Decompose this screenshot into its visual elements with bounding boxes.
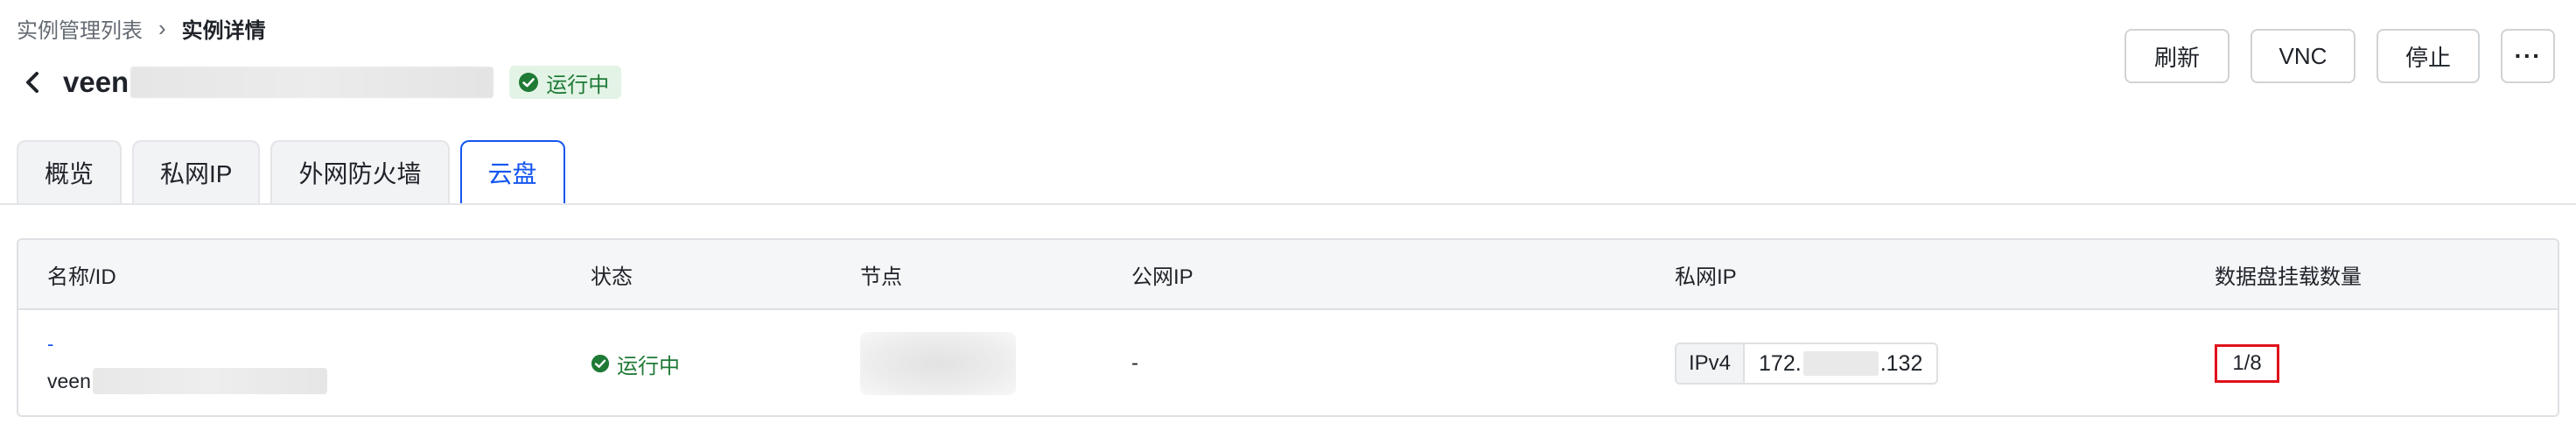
instance-name-text: veen — [47, 369, 91, 392]
refresh-button[interactable]: 刷新 — [2124, 29, 2230, 83]
name-cell: - veen — [47, 310, 327, 415]
redacted-instance-name — [130, 67, 494, 98]
redacted-ip-segment — [1802, 351, 1879, 376]
disk-count-value: 1/8 — [2215, 344, 2279, 383]
tabs-divider — [0, 203, 2576, 205]
private-ip-cell: IPv4 172. .132 — [1675, 310, 1939, 415]
check-circle-icon — [519, 73, 539, 92]
column-header-name: 名称/ID — [47, 265, 116, 289]
more-actions-button[interactable]: ··· — [2501, 29, 2555, 83]
detail-tabs: 概览 私网IP 外网防火墙 云盘 — [17, 140, 565, 205]
table-header: 名称/ID 状态 节点 公网IP 私网IP 数据盘挂载数量 — [18, 240, 2558, 310]
page-header: veen 运行中 — [19, 58, 622, 107]
chevron-right-icon: › — [158, 14, 166, 41]
stop-button[interactable]: 停止 — [2376, 29, 2480, 83]
private-ip-value: 172. .132 — [1745, 344, 1936, 383]
private-ip-end: .132 — [1880, 350, 1923, 376]
row-status: 运行中 — [591, 349, 680, 379]
tab-overview[interactable]: 概览 — [17, 140, 122, 203]
tab-cloud-disk[interactable]: 云盘 — [459, 140, 565, 205]
column-header-public-ip: 公网IP — [1131, 265, 1194, 289]
instance-id-link[interactable]: - — [47, 333, 53, 356]
column-header-node: 节点 — [860, 265, 902, 289]
row-status-label: 运行中 — [617, 354, 680, 378]
tab-private-ip[interactable]: 私网IP — [132, 140, 261, 203]
check-circle-icon — [591, 354, 610, 373]
table-row: - veen 运行中 - IPv4 172. .132 1/8 — [18, 310, 2558, 415]
action-toolbar: 刷新 VNC 停止 ··· — [2124, 29, 2555, 83]
tab-firewall[interactable]: 外网防火墙 — [270, 140, 450, 203]
vnc-button[interactable]: VNC — [2250, 29, 2356, 83]
status-cell: 运行中 — [591, 310, 680, 415]
column-header-status: 状态 — [591, 265, 633, 289]
instance-name: veen — [47, 368, 327, 394]
page-title: veen — [63, 66, 130, 98]
back-arrow-icon[interactable] — [19, 69, 46, 95]
disk-count-cell: 1/8 — [2215, 310, 2279, 415]
breadcrumb-current: 实例详情 — [181, 18, 266, 43]
redacted-node — [860, 332, 1016, 395]
status-badge-label: 运行中 — [546, 73, 610, 97]
node-cell — [860, 310, 1016, 415]
instance-table: 名称/ID 状态 节点 公网IP 私网IP 数据盘挂载数量 - veen 运行中… — [17, 238, 2559, 417]
private-ip-field: IPv4 172. .132 — [1675, 343, 1939, 385]
breadcrumb-instance-list-link[interactable]: 实例管理列表 — [17, 13, 143, 44]
private-ip-start: 172. — [1759, 350, 1802, 376]
redacted-name — [92, 368, 327, 394]
ip-version-label: IPv4 — [1676, 344, 1746, 383]
status-badge: 运行中 — [509, 66, 622, 99]
public-ip-cell: - — [1131, 351, 1138, 375]
column-header-private-ip: 私网IP — [1675, 265, 1737, 289]
breadcrumb: 实例管理列表 › 实例详情 — [17, 12, 266, 44]
column-header-disk-count: 数据盘挂载数量 — [2215, 265, 2362, 289]
